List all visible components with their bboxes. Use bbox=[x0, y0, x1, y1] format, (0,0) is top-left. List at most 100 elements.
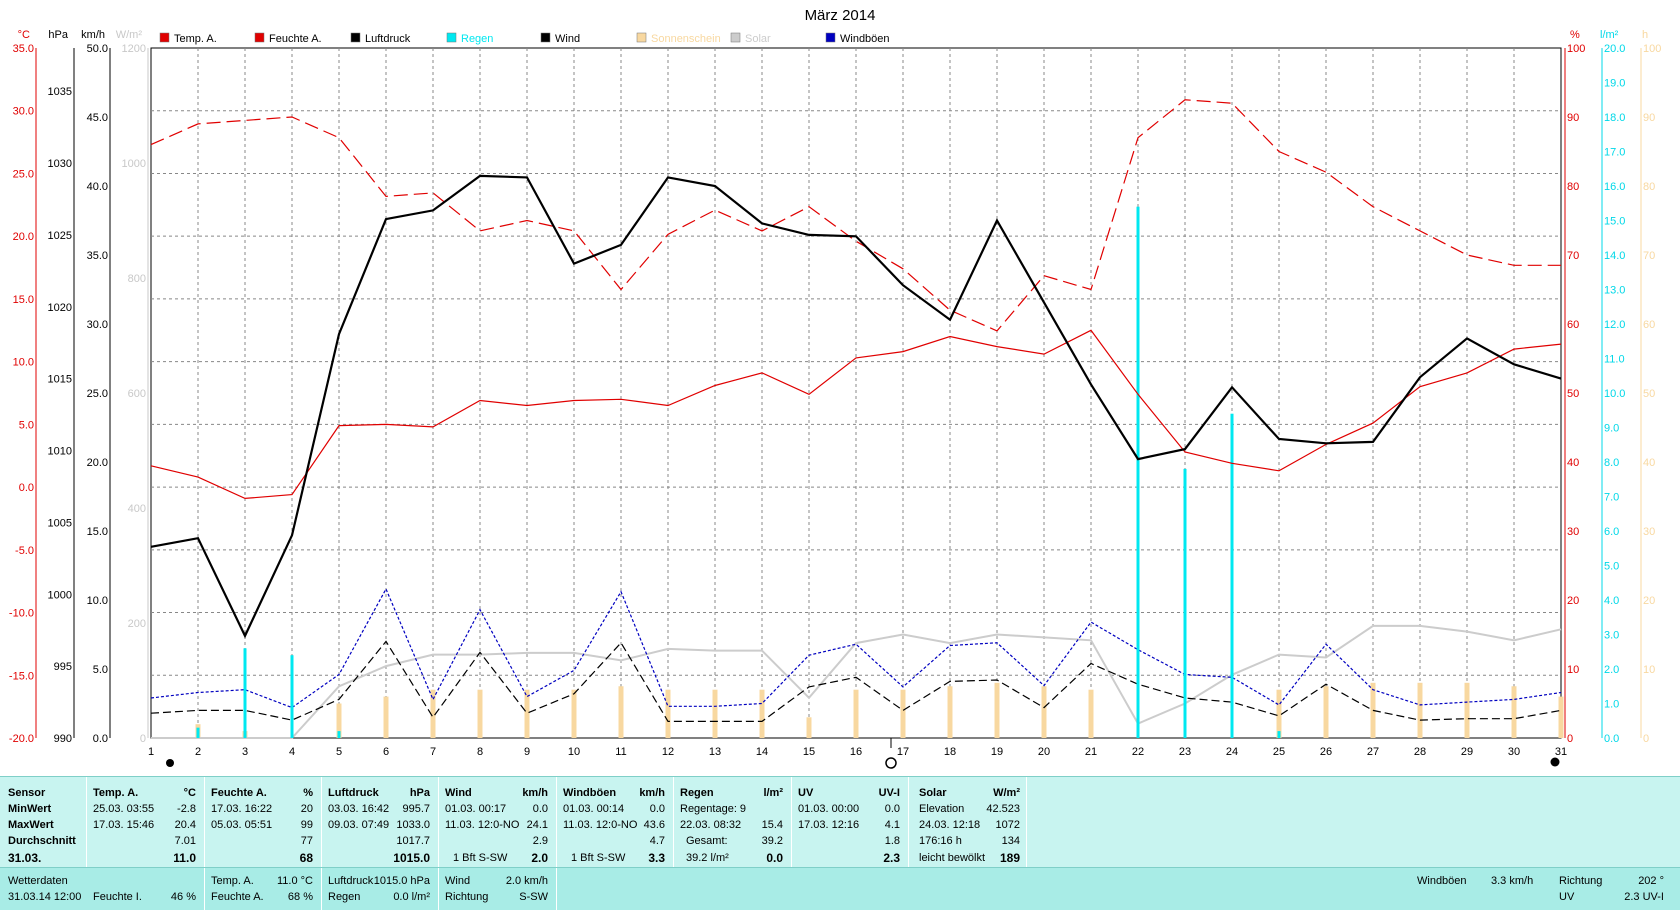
x-tick-label: 8 bbox=[477, 746, 483, 758]
stats-temp-max-time: 17.03. 15:46 bbox=[93, 819, 155, 831]
stats-press-avg: 1017.7 bbox=[396, 835, 430, 847]
stats-press-header: Luftdruck bbox=[328, 787, 379, 799]
stats-row-avg: Durchschnitt bbox=[8, 835, 76, 847]
humidity-axis-tick-label: 100 bbox=[1567, 43, 1585, 55]
current-title: Wetterdaten bbox=[8, 875, 68, 887]
temp-axis-tick-label: 10.0 bbox=[13, 357, 34, 369]
x-tick-label: 12 bbox=[662, 746, 674, 758]
wind-axis-tick-label: 0.0 bbox=[93, 733, 108, 745]
x-tick-label: 7 bbox=[430, 746, 436, 758]
temp-axis-tick-label: -20.0 bbox=[9, 733, 34, 745]
humidity-axis-tick-label: 50 bbox=[1567, 388, 1579, 400]
current-weather-bar: Wetterdaten 31.03.14 12:00 Feuchte I. 46… bbox=[0, 867, 1680, 910]
stats-solar-sky: leicht bewölkt bbox=[919, 852, 986, 864]
stats-wind-max-time: 11.03. 12:0-NO bbox=[445, 819, 520, 831]
stats-temp-header: Temp. A. bbox=[93, 787, 139, 799]
solar-axis-tick-label: 1000 bbox=[122, 158, 146, 170]
stats-solar-max: 1072 bbox=[995, 819, 1020, 831]
sunshine-bar bbox=[571, 689, 577, 738]
sunshine-bar bbox=[1558, 696, 1564, 738]
temp-axis-tick-label: 25.0 bbox=[13, 168, 34, 180]
legend-swatch bbox=[446, 32, 457, 43]
legend-swatch bbox=[825, 32, 836, 43]
sun-axis-tick-label: 70 bbox=[1643, 250, 1655, 262]
current-gust: 3.3 km/h bbox=[1491, 875, 1534, 887]
x-tick-label: 19 bbox=[991, 746, 1003, 758]
sun-axis-tick-label: 0 bbox=[1643, 733, 1649, 745]
solar-axis-tick-label: 400 bbox=[128, 503, 146, 515]
rain-axis-tick-label: 6.0 bbox=[1604, 526, 1619, 538]
humidity-axis-tick-label: 20 bbox=[1567, 595, 1579, 607]
sun-axis-tick-label: 20 bbox=[1643, 595, 1655, 607]
rain-bar bbox=[1183, 468, 1187, 738]
rain-axis-tick-label: 2.0 bbox=[1604, 664, 1619, 676]
rain-axis-unit: l/m² bbox=[1600, 29, 1619, 41]
sunshine-bar bbox=[1088, 689, 1094, 738]
stats-wind-max: 24.1 bbox=[526, 819, 548, 831]
stats-rain-max-time: 22.03. 08:32 bbox=[680, 819, 742, 831]
stats-hum-unit: % bbox=[303, 787, 313, 799]
sun-axis-tick-label: 10 bbox=[1643, 664, 1655, 676]
sunshine-bar bbox=[853, 689, 859, 738]
pressure-axis-tick-label: 1010 bbox=[48, 446, 72, 458]
sunshine-bar bbox=[1323, 686, 1329, 738]
x-tick-label: 3 bbox=[242, 746, 248, 758]
stats-hum-max-time: 05.03. 05:51 bbox=[211, 819, 273, 831]
moon-phase-icon bbox=[166, 759, 174, 767]
legend-label: Windböen bbox=[840, 33, 890, 45]
stats-solar-sunhours: 176:16 h bbox=[919, 835, 962, 847]
current-uv-label: UV bbox=[1559, 891, 1575, 903]
current-col-wind: Wind 2.0 km/h Richtung S-SW bbox=[439, 868, 557, 910]
legend-label: Temp. A. bbox=[174, 33, 217, 45]
wind-axis-tick-label: 30.0 bbox=[87, 319, 108, 331]
rain-axis-tick-label: 12.0 bbox=[1604, 319, 1625, 331]
legend-swatch bbox=[540, 32, 551, 43]
current-gust-label: Windböen bbox=[1417, 875, 1467, 887]
stats-gust-header: Windböen bbox=[563, 787, 617, 799]
rain-bar bbox=[337, 731, 341, 738]
stats-hum-avg: 77 bbox=[300, 835, 313, 847]
x-tick-label: 28 bbox=[1414, 746, 1426, 758]
rain-axis-tick-label: 5.0 bbox=[1604, 561, 1619, 573]
current-indoor-hum-label: Feuchte I. bbox=[93, 891, 142, 903]
sunshine-bar bbox=[1276, 689, 1282, 738]
stats-uv-min-time: 01.03. 00:00 bbox=[798, 803, 860, 815]
wind-axis-tick-label: 5.0 bbox=[93, 664, 108, 676]
rain-bar bbox=[243, 648, 247, 738]
sunshine-bar bbox=[618, 686, 624, 738]
chart-title: März 2014 bbox=[805, 7, 876, 24]
rain-axis-tick-label: 9.0 bbox=[1604, 423, 1619, 435]
current-dir2-label: Richtung bbox=[1559, 875, 1603, 887]
solar-axis-tick-label: 1200 bbox=[122, 43, 146, 55]
legend-swatch bbox=[254, 32, 265, 43]
stats-hum-current: 68 bbox=[299, 851, 313, 865]
temp-axis-tick-label: -5.0 bbox=[15, 545, 34, 557]
temp-axis-tick-label: 0.0 bbox=[19, 482, 34, 494]
sunshine-bar bbox=[1464, 682, 1470, 738]
x-tick-label: 20 bbox=[1038, 746, 1050, 758]
rain-bar bbox=[1136, 206, 1140, 738]
pressure-axis-unit: hPa bbox=[48, 29, 68, 41]
pressure-axis-tick-label: 1025 bbox=[48, 230, 72, 242]
stats-row-date: 31.03. bbox=[8, 851, 42, 865]
stats-col-pressure: Luftdruck hPa 03.03. 16:42 995.7 09.03. … bbox=[322, 777, 439, 867]
rain-axis-tick-label: 14.0 bbox=[1604, 250, 1625, 262]
wind-axis-tick-label: 35.0 bbox=[87, 250, 108, 262]
stats-solar-current: 189 bbox=[999, 851, 1020, 865]
stats-gust-max-time: 11.03. 12:0-NO bbox=[563, 819, 638, 831]
stats-wind-min: 0.0 bbox=[532, 803, 548, 815]
sun-axis-unit: h bbox=[1642, 29, 1648, 41]
stats-uv-current: 2.3 bbox=[883, 851, 900, 865]
stats-hum-max: 99 bbox=[300, 819, 313, 831]
stats-press-max-time: 09.03. 07:49 bbox=[328, 819, 390, 831]
sun-axis-tick-label: 50 bbox=[1643, 388, 1655, 400]
x-tick-label: 31 bbox=[1555, 746, 1567, 758]
sunshine-bar bbox=[383, 696, 389, 738]
sun-axis-tick-label: 80 bbox=[1643, 181, 1655, 193]
sunshine-bar bbox=[806, 717, 812, 738]
humidity-axis-tick-label: 0 bbox=[1567, 733, 1573, 745]
chart-canvas: März 20141 2 3 4 5 6 7 8 9 10 11 12 13 14 15 16 17 18 19 20… bbox=[9, 7, 1661, 769]
stats-wind-min-time: 01.03. 00:17 bbox=[445, 803, 507, 815]
stats-temp-min: -2.8 bbox=[177, 803, 196, 815]
sunshine-bar bbox=[1417, 682, 1423, 738]
